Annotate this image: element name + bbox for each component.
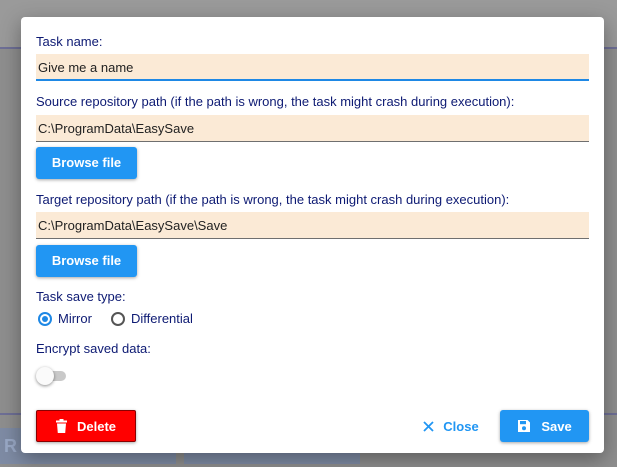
source-path-value: C:\ProgramData\EasySave [38, 121, 195, 136]
radio-differential[interactable]: Differential [111, 311, 193, 326]
save-button[interactable]: Save [500, 410, 589, 442]
target-path-input[interactable]: C:\ProgramData\EasySave\Save [36, 212, 589, 239]
save-icon [518, 420, 531, 432]
task-name-label: Task name: [36, 34, 103, 49]
background-button-label: R [4, 436, 17, 456]
edit-task-dialog: Task name: Give me a name Source reposit… [21, 17, 604, 453]
toggle-thumb [36, 367, 54, 385]
delete-label: Delete [76, 418, 117, 434]
radio-differential-label: Differential [131, 311, 193, 326]
radio-checked-icon [38, 311, 52, 326]
target-path-label: Target repository path (if the path is w… [36, 192, 510, 207]
save-label: Save [541, 418, 572, 434]
delete-button[interactable]: Delete [36, 410, 136, 442]
source-browse-label: Browse file [51, 155, 122, 170]
task-name-input[interactable]: Give me a name [36, 54, 589, 81]
target-browse-label: Browse file [51, 253, 122, 268]
radio-unchecked-icon [111, 311, 125, 326]
close-icon [423, 420, 434, 432]
save-type-label: Task save type: [36, 289, 126, 304]
radio-mirror[interactable]: Mirror [38, 311, 92, 326]
target-browse-button[interactable]: Browse file [36, 245, 137, 277]
radio-mirror-label: Mirror [58, 311, 92, 326]
source-path-label: Source repository path (if the path is w… [36, 94, 515, 109]
target-path-value: C:\ProgramData\EasySave\Save [38, 218, 228, 233]
source-path-input[interactable]: C:\ProgramData\EasySave [36, 115, 589, 142]
encrypt-toggle[interactable] [36, 367, 68, 385]
trash-icon [55, 419, 67, 433]
task-name-value: Give me a name [38, 60, 134, 75]
source-browse-button[interactable]: Browse file [36, 147, 137, 179]
close-button[interactable]: Close [415, 410, 487, 442]
encrypt-label: Encrypt saved data: [36, 341, 151, 356]
close-label: Close [443, 418, 479, 434]
